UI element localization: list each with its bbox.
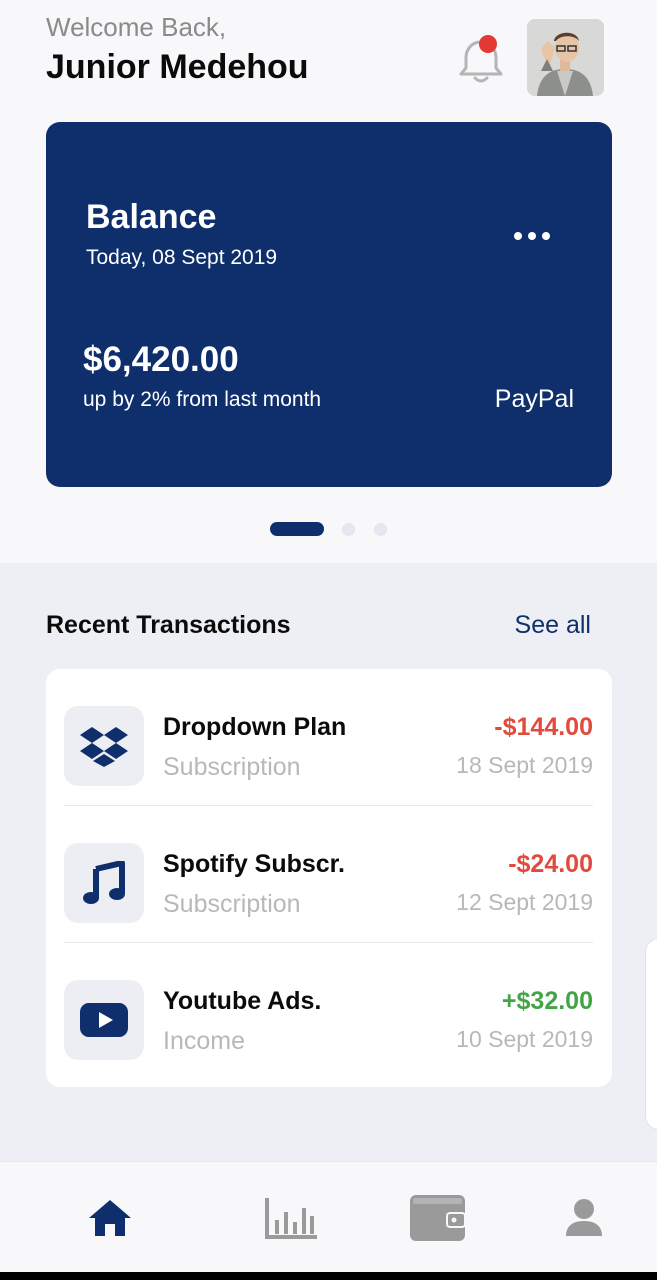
bell-icon [459,35,503,83]
notification-bell-button[interactable] [456,34,506,88]
notification-dot [479,35,497,53]
profile-icon [566,1199,602,1236]
header-section: Welcome Back, Junior Medehou Balance Tod… [0,0,657,563]
balance-card[interactable]: Balance Today, 08 Sept 2019 $6,420.00 up… [46,122,612,487]
youtube-icon [64,980,144,1060]
transaction-date: 18 Sept 2019 [456,752,593,778]
transaction-amount: +$32.00 [501,987,593,1015]
bar-chart-icon [265,1198,317,1239]
transaction-name: Dropdown Plan [163,713,347,741]
balance-change: up by 2% from last month [83,388,322,411]
section-title: Recent Transactions [46,611,291,639]
avatar-photo [527,19,604,96]
music-note-icon [64,843,144,923]
list-item[interactable]: Dropdown Plan Subscription -$144.00 18 S… [64,669,593,806]
bottom-nav [0,1161,657,1272]
balance-amount: $6,420.00 [83,340,239,379]
transaction-category: Subscription [163,890,301,918]
transactions-section: Recent Transactions See all Dropdown Pla… [0,563,657,1161]
wallet-icon [410,1195,466,1241]
carousel-indicator [0,522,657,538]
home-icon [89,1200,131,1236]
see-all-link[interactable]: See all [515,611,591,640]
transaction-date: 12 Sept 2019 [456,889,593,915]
carousel-dot[interactable] [374,523,387,536]
more-options-button[interactable] [512,224,552,248]
balance-provider: PayPal [494,385,574,413]
avatar[interactable] [527,19,604,96]
carousel-dot-active[interactable] [270,522,324,536]
list-item[interactable]: Spotify Subscr. Subscription -$24.00 12 … [64,806,593,943]
transaction-category: Income [163,1027,245,1055]
user-name: Junior Medehou [46,48,309,86]
system-nav-bar [0,1272,657,1280]
transaction-category: Subscription [163,753,301,781]
nav-wallet-button[interactable] [398,1188,478,1248]
nav-profile-button[interactable] [544,1188,624,1248]
more-horizontal-icon [514,232,550,240]
nav-home-button[interactable] [70,1188,150,1248]
transaction-name: Youtube Ads. [163,987,322,1015]
transaction-date: 10 Sept 2019 [456,1026,593,1052]
nav-stats-button[interactable] [252,1188,332,1248]
transaction-amount: -$24.00 [508,850,593,878]
welcome-text: Welcome Back, [46,12,227,42]
balance-date: Today, 08 Sept 2019 [86,246,278,269]
carousel-dot[interactable] [342,523,355,536]
transaction-name: Spotify Subscr. [163,850,345,878]
dropbox-icon [64,706,144,786]
transactions-list: Dropdown Plan Subscription -$144.00 18 S… [46,669,612,1087]
balance-title: Balance [86,198,217,236]
side-drawer-handle[interactable] [645,938,657,1130]
list-item[interactable]: Youtube Ads. Income +$32.00 10 Sept 2019 [64,943,593,1080]
transaction-amount: -$144.00 [494,713,593,741]
